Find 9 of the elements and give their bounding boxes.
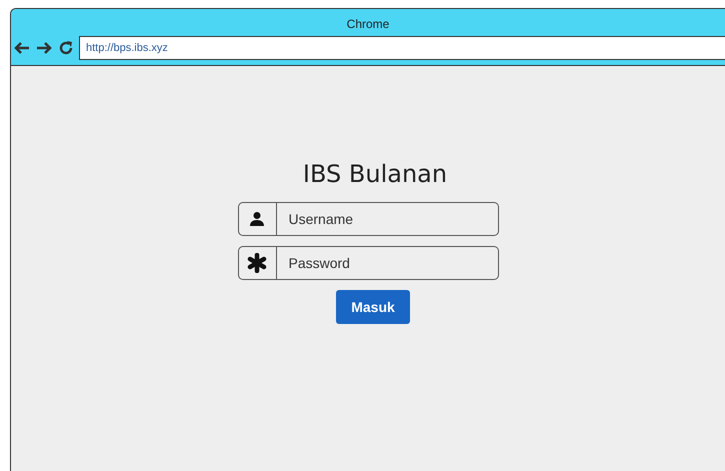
person-icon <box>249 211 265 227</box>
reload-icon[interactable] <box>57 38 75 56</box>
window-title: Chrome <box>346 16 390 33</box>
password-field[interactable]: Password <box>276 246 498 280</box>
asterisk-icon <box>247 253 267 273</box>
address-field[interactable]: http://bps.ibs.xyz <box>79 36 725 60</box>
login-button[interactable]: Masuk <box>336 290 410 324</box>
login-heading: IBS Bulanan <box>302 159 448 190</box>
username-field[interactable]: Username <box>276 202 498 236</box>
